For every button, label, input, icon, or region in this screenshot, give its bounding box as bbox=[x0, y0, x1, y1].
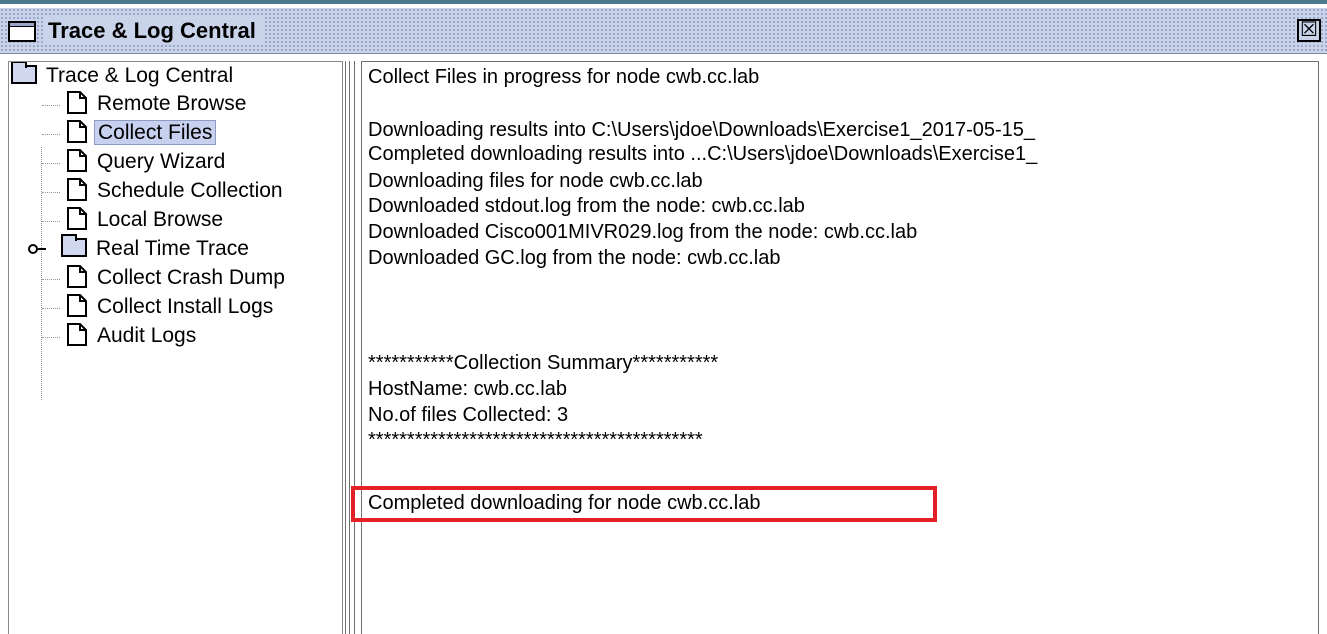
tree-item-audit-logs[interactable]: Audit Logs bbox=[67, 322, 199, 350]
file-icon bbox=[67, 178, 88, 201]
log-output-panel[interactable]: Collect Files in progress for node cwb.c… bbox=[361, 61, 1319, 634]
log-line: Downloaded Cisco001MIVR029.log from the … bbox=[368, 221, 918, 243]
tree-item-label: Schedule Collection bbox=[97, 179, 283, 202]
file-icon bbox=[67, 149, 88, 172]
tree-guide-line bbox=[41, 147, 42, 400]
tree-item-label: Real Time Trace bbox=[96, 237, 249, 260]
file-icon bbox=[67, 323, 88, 346]
file-icon bbox=[67, 91, 88, 114]
log-line: HostName: cwb.cc.lab bbox=[368, 378, 567, 400]
tree-item-label: Query Wizard bbox=[97, 150, 226, 173]
log-line: Downloading results into C:\Users\jdoe\D… bbox=[368, 119, 1036, 141]
highlight-box bbox=[351, 486, 937, 522]
tree-item-label: Audit Logs bbox=[97, 324, 197, 347]
file-icon bbox=[67, 265, 88, 288]
log-line: Downloading files for node cwb.cc.lab bbox=[368, 170, 703, 192]
file-icon bbox=[67, 294, 88, 317]
tree-item-remote-browse[interactable]: Remote Browse bbox=[67, 90, 249, 118]
log-line: Downloaded stdout.log from the node: cwb… bbox=[368, 195, 805, 217]
tree-connector bbox=[42, 105, 60, 106]
tree-item-label: Local Browse bbox=[97, 208, 224, 231]
tree-root[interactable]: Trace & Log Central bbox=[11, 62, 236, 90]
title-bar[interactable]: Trace & Log Central ☒ bbox=[0, 8, 1327, 54]
tree-item-label: Remote Browse bbox=[97, 92, 247, 115]
trace-log-central-window: Trace & Log Central ☒ Trace & Log Centra… bbox=[0, 0, 1327, 634]
tree-item-label: Collect Crash Dump bbox=[97, 266, 285, 289]
close-button[interactable]: ☒ bbox=[1297, 19, 1321, 42]
tree-item-local-browse[interactable]: Local Browse bbox=[67, 206, 226, 234]
window-title: Trace & Log Central bbox=[44, 17, 264, 45]
log-line: Downloaded GC.log from the node: cwb.cc.… bbox=[368, 247, 781, 269]
file-icon bbox=[67, 207, 88, 230]
tree-item-collect-install-logs[interactable]: Collect Install Logs bbox=[67, 293, 276, 321]
window-icon bbox=[8, 21, 36, 42]
log-line: ****************************************… bbox=[368, 429, 703, 451]
log-line: Completed downloading results into ...C:… bbox=[368, 143, 1038, 165]
panel-splitter[interactable] bbox=[345, 61, 355, 634]
log-line: Collect Files in progress for node cwb.c… bbox=[368, 66, 760, 88]
folder-icon bbox=[11, 62, 37, 84]
tree-connector bbox=[42, 192, 60, 193]
tree-root-label: Trace & Log Central bbox=[46, 64, 234, 87]
tree-item-collect-files[interactable]: Collect Files bbox=[67, 119, 217, 147]
tree-item-label: Collect Install Logs bbox=[97, 295, 274, 318]
folder-icon bbox=[61, 234, 87, 257]
tree-item-query-wizard[interactable]: Query Wizard bbox=[67, 148, 228, 176]
tree-connector bbox=[42, 308, 60, 309]
expand-toggle-icon[interactable] bbox=[28, 244, 46, 254]
close-icon: ☒ bbox=[1300, 19, 1318, 41]
log-line: ***********Collection Summary*********** bbox=[368, 352, 719, 374]
tree-connector bbox=[42, 279, 60, 280]
log-line: No.of files Collected: 3 bbox=[368, 404, 569, 426]
tree-item-real-time-trace[interactable]: Real Time Trace bbox=[9, 234, 339, 263]
file-icon bbox=[67, 120, 88, 143]
tree-item-collect-crash-dump[interactable]: Collect Crash Dump bbox=[67, 264, 288, 292]
tree-connector bbox=[42, 134, 60, 135]
tree-connector bbox=[42, 337, 60, 338]
tree-connector bbox=[42, 221, 60, 222]
tree-connector bbox=[42, 163, 60, 164]
navigation-tree: Trace & Log Central Remote Browse Collec… bbox=[8, 61, 343, 634]
tree-item-label: Collect Files bbox=[94, 120, 217, 145]
tree-item-schedule-collection[interactable]: Schedule Collection bbox=[67, 177, 286, 205]
